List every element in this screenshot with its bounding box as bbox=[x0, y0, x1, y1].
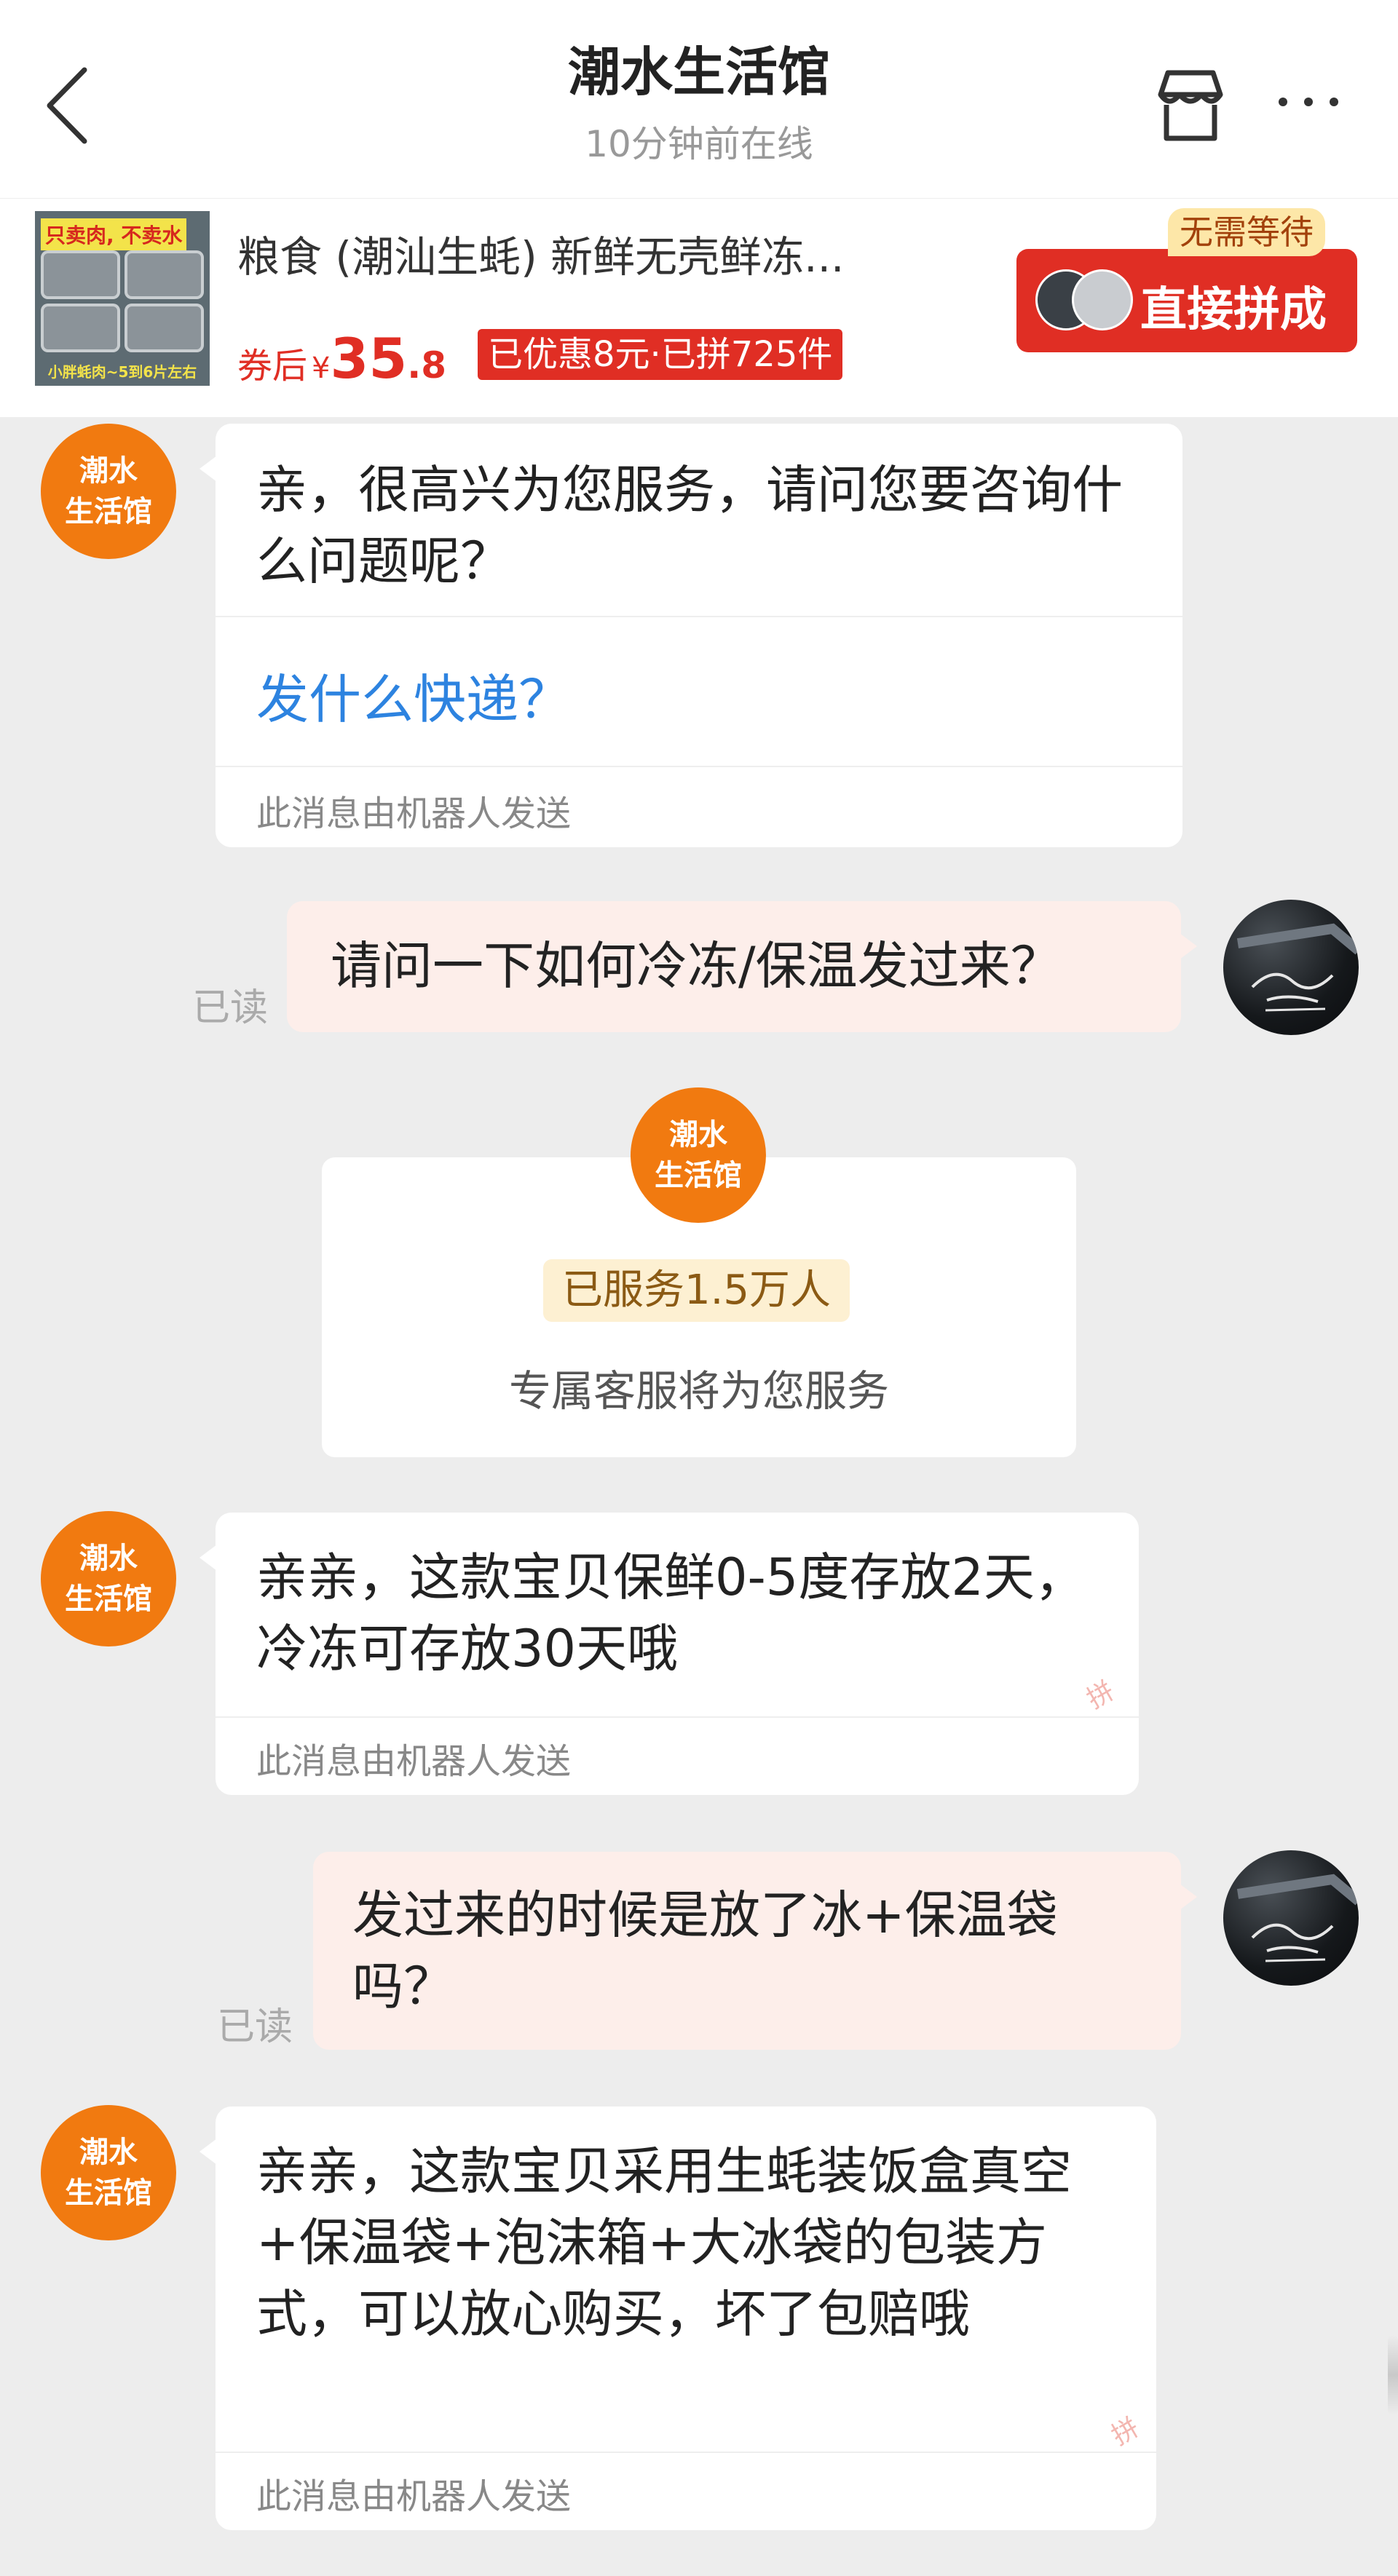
service-text: 专属客服将为您服务 bbox=[508, 1366, 889, 1416]
divider bbox=[216, 616, 1182, 617]
avatar-text-line2: 生活馆 bbox=[65, 2176, 152, 2210]
product-name[interactable]: 粮食 (潮汕生蚝) 新鲜无壳鲜冻... bbox=[237, 223, 936, 284]
message-bubble-shop: 亲，很高兴为您服务，请问您要咨询什么问题呢？ 发什么快递？ 此消息由机器人发送 bbox=[200, 424, 1182, 847]
price-decimal: .8 bbox=[407, 344, 447, 387]
chat-header: 潮水生活馆 10分钟前在线 bbox=[0, 0, 1398, 198]
more-icon[interactable] bbox=[1276, 87, 1341, 116]
served-count-badge: 已服务1.5万人 bbox=[543, 1259, 850, 1322]
read-status: 已读 bbox=[192, 986, 269, 1030]
message-text: 亲亲，这款宝贝保鲜0-5度存放2天，冷冻可存放30天哦 bbox=[256, 1547, 1086, 1679]
message-bubble-shop: 亲亲，这款宝贝采用生蚝装饭盒真空+保温袋+泡沫箱+大冰袋的包装方式，可以放心购买… bbox=[200, 2107, 1156, 2530]
avatar bbox=[1072, 269, 1133, 330]
message-text: 亲，很高兴为您服务，请问您要咨询什么问题呢？ bbox=[256, 460, 1123, 591]
avatar-text-line1: 潮水 bbox=[79, 454, 138, 488]
message-text: 发过来的时候是放了冰+保温袋吗？ bbox=[352, 1885, 1058, 2016]
watermark: 拼 bbox=[1106, 2412, 1145, 2452]
thumb-footer: 小胖蚝肉~5到6片左右 bbox=[47, 363, 197, 381]
thumb-tag: 只卖肉, 不卖水 bbox=[41, 218, 187, 250]
message-text: 请问一下如何冷冻/保温发过来？ bbox=[331, 936, 1062, 996]
read-status: 已读 bbox=[217, 2005, 293, 2049]
message-bubble-shop: 亲亲，这款宝贝保鲜0-5度存放2天，冷冻可存放30天哦 此消息由机器人发送 拼 bbox=[200, 1513, 1139, 1795]
message-bubble-user: 发过来的时候是放了冰+保温袋吗？ bbox=[313, 1852, 1197, 2050]
price-integer: 35 bbox=[330, 326, 408, 391]
robot-note: 此消息由机器人发送 bbox=[256, 1741, 572, 1782]
price-currency: ¥ bbox=[312, 352, 331, 385]
avatar-text-line1: 潮水 bbox=[669, 1118, 727, 1152]
no-wait-badge: 无需等待 bbox=[1168, 208, 1325, 256]
divider bbox=[216, 1716, 1139, 1718]
avatar-text-line2: 生活馆 bbox=[655, 1159, 742, 1192]
signature-image bbox=[1236, 1874, 1359, 1962]
group-avatars bbox=[1035, 269, 1137, 332]
user-avatar[interactable] bbox=[1223, 1850, 1359, 1986]
message-bubble-user: 请问一下如何冷冻/保温发过来？ bbox=[287, 901, 1197, 1032]
message-text: 亲亲，这款宝贝采用生蚝装饭盒真空+保温袋+泡沫箱+大冰袋的包装方式，可以放心购买… bbox=[256, 2141, 1072, 2344]
avatar-text-line1: 潮水 bbox=[79, 2136, 138, 2169]
avatar-text-line1: 潮水 bbox=[79, 1542, 138, 1575]
price-prefix: 券后 bbox=[237, 346, 308, 387]
promo-badge: 已优惠8元·已拼725件 bbox=[478, 329, 843, 380]
signature-image bbox=[1236, 923, 1359, 1012]
avatar-text-line2: 生活馆 bbox=[65, 495, 152, 528]
product-thumbnail[interactable]: 只卖肉, 不卖水 小胖蚝肉~5到6片左右 bbox=[35, 211, 210, 386]
quick-question-link[interactable]: 发什么快递？ bbox=[256, 657, 571, 733]
robot-note: 此消息由机器人发送 bbox=[256, 2476, 572, 2517]
shop-avatar[interactable]: 潮水 生活馆 bbox=[41, 2105, 176, 2240]
store-icon[interactable] bbox=[1150, 66, 1231, 146]
thumb-image bbox=[41, 250, 204, 352]
shop-avatar[interactable]: 潮水 生活馆 bbox=[41, 1511, 176, 1646]
service-avatar: 潮水 生活馆 bbox=[631, 1087, 766, 1223]
group-buy-label: 直接拼成 bbox=[1140, 283, 1327, 337]
divider bbox=[216, 2452, 1156, 2453]
divider bbox=[216, 766, 1182, 767]
group-buy-button[interactable]: 直接拼成 bbox=[1016, 249, 1357, 352]
scroll-indicator[interactable] bbox=[1388, 2335, 1398, 2415]
shop-avatar[interactable]: 潮水 生活馆 bbox=[41, 424, 176, 559]
avatar-text-line2: 生活馆 bbox=[65, 1582, 152, 1616]
robot-note: 此消息由机器人发送 bbox=[256, 793, 572, 834]
user-avatar[interactable] bbox=[1223, 900, 1359, 1035]
price-line: 券后 ¥ 35 .8 bbox=[237, 326, 447, 391]
